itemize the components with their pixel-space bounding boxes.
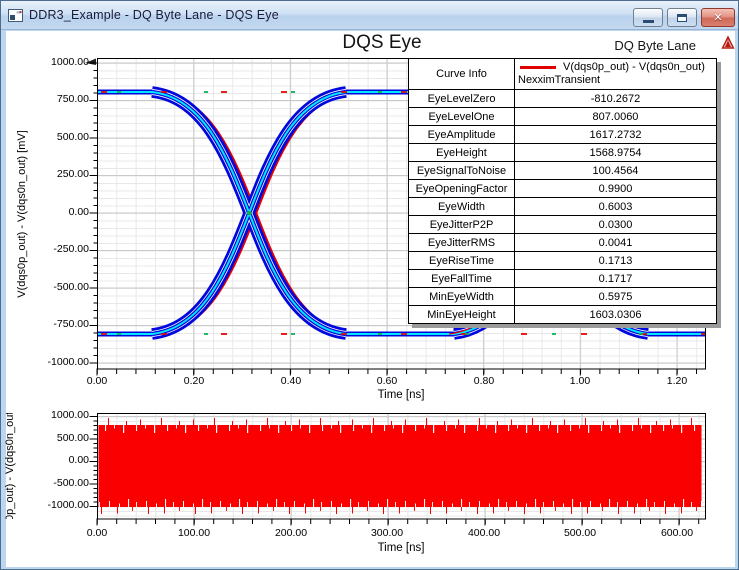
- legend-metric-value: 0.0041: [598, 236, 633, 249]
- y-tick-label: -1000.00: [47, 499, 89, 511]
- plot-title: DQS Eye: [342, 32, 422, 53]
- report-name-label: DQ Byte Lane: [614, 38, 696, 53]
- curve-color-swatch: [520, 66, 556, 69]
- curve-solution-label: NexximTransient: [518, 74, 601, 86]
- y-tick-label: 500.00: [56, 131, 89, 143]
- eye-crossing-marker: [246, 210, 252, 216]
- waveform-bottom-spikes: [98, 507, 702, 514]
- x-tick-label: 0.60: [376, 375, 398, 387]
- legend-metric-name: EyeHeight: [409, 144, 515, 161]
- curve-info-legend: Curve Info V(dqs0p_out) - V(dqs0n_out) N…: [408, 58, 717, 324]
- legend-row: EyeLevelZero -810.2672: [409, 89, 716, 107]
- x-tick-label: 0.40: [280, 375, 302, 387]
- waveform-body: [98, 425, 702, 507]
- legend-metric-value: 807.0060: [592, 110, 639, 123]
- x-tick-label: 1.00: [569, 375, 591, 387]
- x-tick-label: 100.00: [177, 527, 211, 539]
- waveform-top-spikes: [98, 418, 702, 425]
- y-tick-label: -1000.00: [47, 356, 89, 368]
- y-tick-label: 0.00: [68, 454, 89, 466]
- x-tick-label: 0.00: [86, 527, 108, 539]
- curve-label: V(dqs0p_out) - V(dqs0n_out): [563, 61, 705, 73]
- legend-row: EyeLevelOne 807.0060: [409, 107, 716, 125]
- legend-row: EyeFallTime 0.1717: [409, 269, 716, 287]
- x-tick-label: 200.00: [274, 527, 308, 539]
- legend-row: EyeSignalToNoise 100.4564: [409, 161, 716, 179]
- legend-metric-value: 0.1717: [598, 272, 633, 285]
- legend-metric-value: 0.5975: [598, 290, 633, 303]
- legend-header: Curve Info V(dqs0p_out) - V(dqs0n_out) N…: [409, 59, 716, 89]
- x-tick-label: 400.00: [467, 527, 501, 539]
- y-tick-label: 250.00: [56, 168, 89, 180]
- y-tick-label: 1000.00: [51, 409, 89, 421]
- legend-metric-value: 0.0300: [598, 218, 633, 231]
- legend-row: MinEyeWidth 0.5975: [409, 287, 716, 305]
- legend-row: EyeHeight 1568.9754: [409, 143, 716, 161]
- legend-metric-value: 1617.2732: [589, 128, 642, 141]
- y-tick-label: 750.00: [56, 93, 89, 105]
- transient-plot: [89, 413, 706, 526]
- legend-metric-name: MinEyeHeight: [409, 306, 515, 323]
- legend-row: EyeJitterP2P 0.0300: [409, 215, 716, 233]
- y-tick-label: -500.00: [53, 477, 89, 489]
- y-tick-label: 500.00: [56, 432, 89, 444]
- x-tick-label: 500.00: [563, 527, 597, 539]
- legend-metric-value: 1603.0306: [589, 308, 642, 321]
- y-tick-label: 1000.00: [51, 56, 89, 68]
- legend-metric-value: -810.2672: [590, 92, 641, 105]
- y-tick-label: -750.00: [53, 318, 89, 330]
- x-tick-label: 1.20: [666, 375, 688, 387]
- legend-metric-name: EyeLevelZero: [409, 90, 515, 107]
- legend-metric-value: 0.1713: [598, 254, 633, 267]
- legend-row: EyeOpeningFactor 0.9900: [409, 179, 716, 197]
- legend-metric-value: 0.6003: [598, 200, 633, 213]
- x-axis-label: Time [ns]: [377, 389, 425, 401]
- legend-metric-name: MinEyeWidth: [409, 288, 515, 305]
- x-tick-label: 0.80: [473, 375, 495, 387]
- legend-header-title: Curve Info: [409, 59, 515, 89]
- legend-row: EyeJitterRMS 0.0041: [409, 233, 716, 251]
- report-window: DDR3_Example - DQ Byte Lane - DQS Eye ✕: [0, 0, 739, 570]
- x-axis-label: Time [ns]: [377, 542, 425, 554]
- y-tick-label: -250.00: [53, 243, 89, 255]
- y-axis-label: V(dqs0p_out) - V(dqs0n_out) [mV]: [3, 413, 16, 519]
- legend-metric-name: EyeSignalToNoise: [409, 162, 515, 179]
- legend-metric-value: 100.4564: [592, 164, 639, 177]
- legend-metric-name: EyeWidth: [409, 198, 515, 215]
- legend-metric-name: EyeOpeningFactor: [409, 180, 515, 197]
- ansoft-logo-icon: [720, 35, 736, 56]
- legend-metric-value: 1568.9754: [589, 146, 642, 159]
- legend-row: EyeWidth 0.6003: [409, 197, 716, 215]
- y-tick-label: 0.00: [68, 206, 89, 218]
- legend-metric-name: EyeFallTime: [409, 270, 515, 287]
- y-tick-label: -500.00: [53, 281, 89, 293]
- x-tick-label: 300.00: [370, 527, 404, 539]
- legend-metric-name: EyeAmplitude: [409, 126, 515, 143]
- legend-row: EyeAmplitude 1617.2732: [409, 125, 716, 143]
- legend-metric-name: EyeRiseTime: [409, 252, 515, 269]
- x-tick-label: 0.00: [86, 375, 108, 387]
- legend-row: EyeRiseTime 0.1713: [409, 251, 716, 269]
- legend-metric-name: EyeJitterRMS: [409, 234, 515, 251]
- x-tick-label: 0.20: [183, 375, 205, 387]
- legend-metric-name: EyeLevelOne: [409, 108, 515, 125]
- legend-metric-value: 0.9900: [598, 182, 633, 195]
- x-tick-label: 600.00: [660, 527, 694, 539]
- legend-metric-name: EyeJitterP2P: [409, 216, 515, 233]
- legend-row: MinEyeHeight 1603.0306: [409, 305, 716, 323]
